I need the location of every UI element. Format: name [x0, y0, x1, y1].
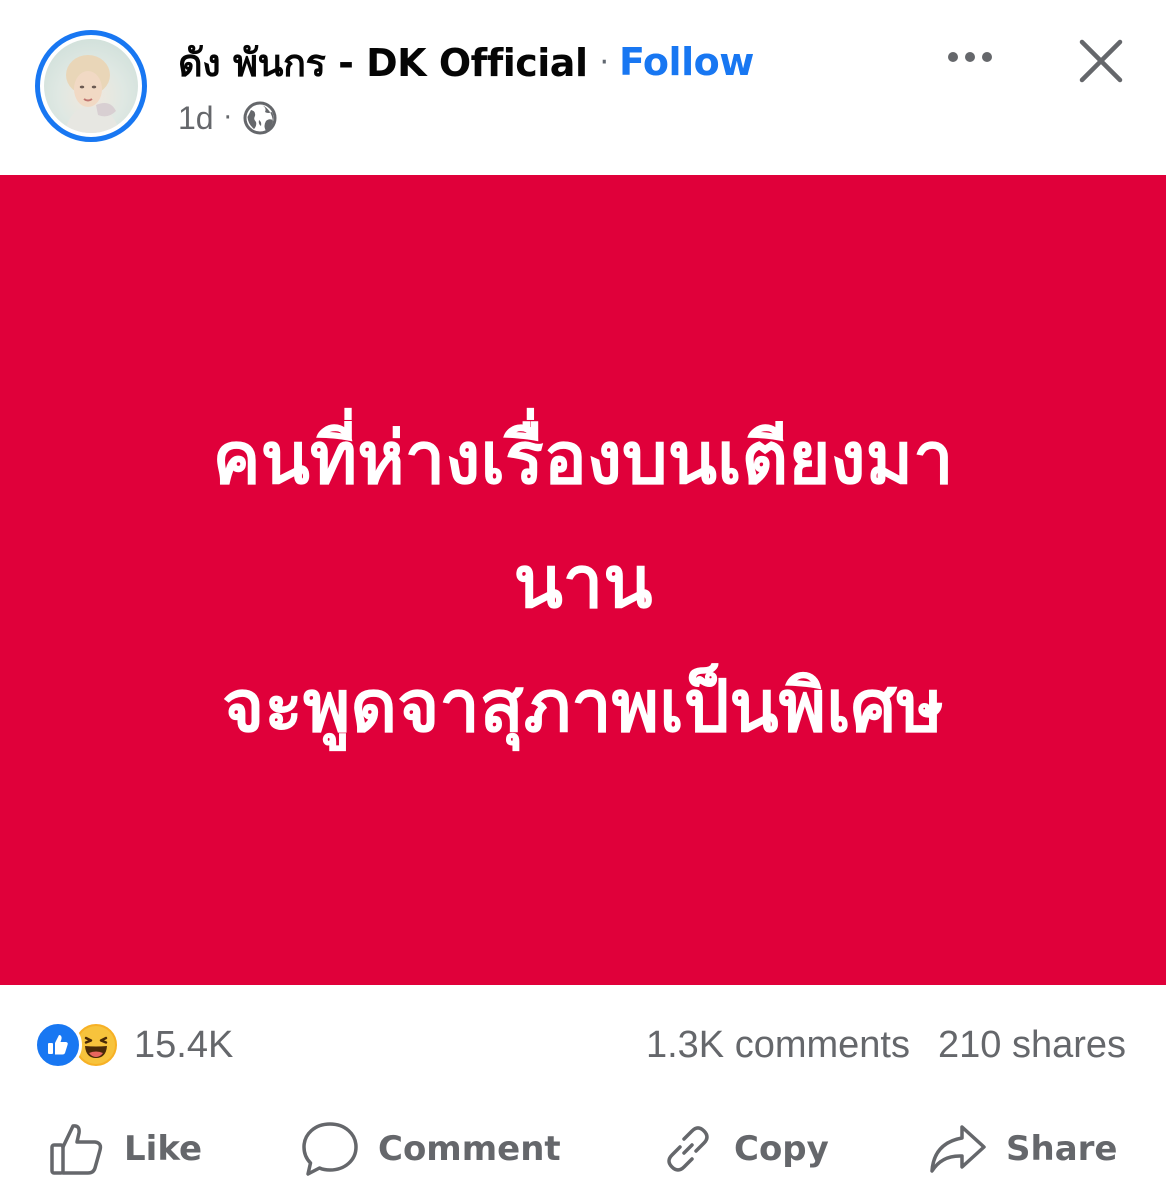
shares-count[interactable]: 210 shares	[938, 1024, 1126, 1067]
copy-label: Copy	[734, 1129, 829, 1169]
post-text-line: จะพูดจาสุภาพเป็นพิเศษ	[222, 664, 944, 748]
ellipsis-icon	[948, 52, 992, 62]
avatar	[44, 39, 138, 133]
globe-icon	[243, 101, 277, 135]
reactions-summary[interactable]: 15.4K	[34, 1020, 233, 1070]
copy-link-button[interactable]: Copy	[660, 1112, 829, 1186]
thumbs-up-icon	[48, 1120, 106, 1178]
reaction-count: 15.4K	[134, 1023, 234, 1066]
comment-bubble-icon	[300, 1119, 360, 1179]
engagement-counts: 1.3K comments 210 shares	[646, 1020, 1126, 1070]
action-bar: Like Comment Copy Share	[0, 1112, 1166, 1186]
post-image[interactable]: คนที่ห่างเรื่องบนเตียงมา นาน จะพูดจาสุภา…	[0, 175, 1166, 985]
share-arrow-icon	[928, 1121, 988, 1177]
comment-label: Comment	[378, 1129, 561, 1169]
name-separator: ·	[599, 44, 610, 80]
post-header: ดัง พันกร - DK Official · Follow 1d ·	[0, 0, 1166, 175]
facebook-post: ดัง พันกร - DK Official · Follow 1d · คน…	[0, 0, 1166, 1200]
meta-separator: ·	[223, 103, 232, 133]
author-name[interactable]: ดัง พันกร - DK Official	[178, 32, 588, 93]
post-text: คนที่ห่างเรื่องบนเตียงมา นาน จะพูดจาสุภา…	[83, 396, 1083, 768]
avatar-story-ring[interactable]	[35, 30, 147, 142]
post-text-line: คนที่ห่างเรื่องบนเตียงมา	[212, 416, 954, 500]
post-meta: 1d ·	[178, 96, 278, 140]
close-icon	[1079, 39, 1123, 83]
share-label: Share	[1006, 1129, 1118, 1169]
like-label: Like	[124, 1129, 203, 1169]
follow-button[interactable]: Follow	[619, 40, 754, 84]
post-stats: 15.4K 1.3K comments 210 shares	[0, 1010, 1166, 1080]
link-icon	[660, 1121, 716, 1177]
author-row: ดัง พันกร - DK Official · Follow	[178, 36, 754, 88]
avatar-photo-icon	[64, 55, 120, 133]
like-reaction-icon	[34, 1021, 82, 1069]
close-button[interactable]	[1070, 30, 1132, 92]
post-time[interactable]: 1d	[178, 100, 214, 137]
post-text-line: นาน	[513, 540, 653, 624]
more-options-button[interactable]	[940, 32, 1000, 82]
comments-count[interactable]: 1.3K comments	[646, 1024, 910, 1067]
share-button[interactable]: Share	[928, 1112, 1117, 1186]
comment-button[interactable]: Comment	[300, 1112, 561, 1186]
like-button[interactable]: Like	[48, 1112, 202, 1186]
